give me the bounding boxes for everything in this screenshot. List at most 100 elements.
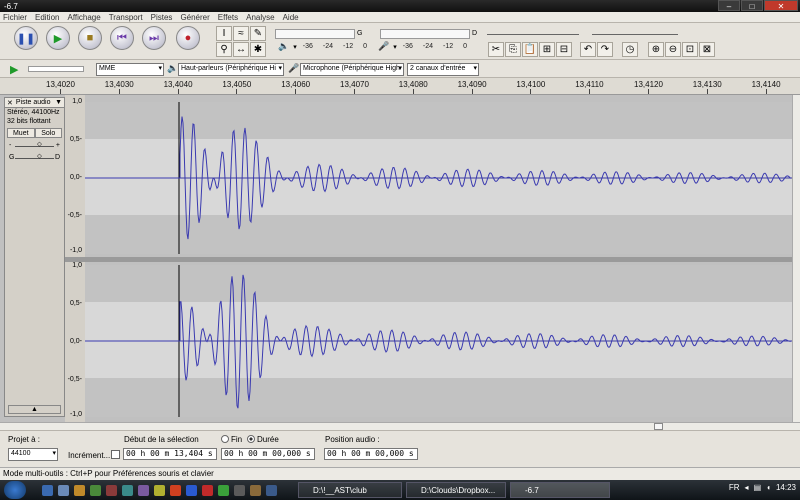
minimize-button[interactable]: – — [718, 0, 740, 11]
zoom-tool[interactable]: ⚲ — [216, 42, 232, 57]
envelope-icon: ≈ — [238, 28, 244, 39]
menu-edition[interactable]: Edition — [35, 13, 59, 22]
undo-button[interactable]: ↶ — [580, 42, 596, 57]
cut-button[interactable]: ✂ — [488, 42, 504, 57]
track-header[interactable]: ✕ Piste audio ▼ — [5, 98, 64, 108]
pan-slider[interactable]: G ⬦ D — [9, 153, 60, 162]
quicklaunch-icon[interactable] — [266, 485, 277, 496]
play-button[interactable]: ▶ — [46, 26, 70, 50]
stop-button[interactable]: ■ — [78, 26, 102, 50]
audio-host-select[interactable]: MME — [96, 63, 164, 76]
taskbar-item-folder-dropbox[interactable]: D:\Clouds\Dropbox... — [406, 482, 506, 498]
language-indicator[interactable]: FR — [729, 483, 740, 492]
vertical-scale-right[interactable]: 1,0 0,5- 0,0- -0,5- -1,0 — [65, 262, 85, 422]
maximize-button[interactable]: □ — [741, 0, 763, 11]
quicklaunch-icon[interactable] — [170, 485, 181, 496]
zoom-in-button[interactable]: ⊕ — [648, 42, 664, 57]
menu-effets[interactable]: Effets — [218, 13, 238, 22]
mute-button[interactable]: Muet — [7, 128, 35, 138]
play-speed-slider[interactable] — [28, 66, 84, 72]
meter-tick: 0 — [363, 43, 368, 50]
copy-button[interactable]: ⎘ — [505, 42, 521, 57]
quicklaunch-icon[interactable] — [90, 485, 101, 496]
quicklaunch-icon[interactable] — [154, 485, 165, 496]
playback-volume-slider[interactable] — [487, 27, 579, 35]
trim-button[interactable]: ⊞ — [539, 42, 555, 57]
menu-fichier[interactable]: Fichier — [3, 13, 27, 22]
menu-aide[interactable]: Aide — [283, 13, 299, 22]
track-name[interactable]: Piste audio — [16, 99, 51, 106]
horizontal-scrollbar[interactable] — [0, 422, 800, 430]
quicklaunch-icon[interactable] — [234, 485, 245, 496]
quicklaunch-icon[interactable] — [250, 485, 261, 496]
silence-button[interactable]: ⊟ — [556, 42, 572, 57]
audio-position-field[interactable]: 00 h 00 m 00,000 s — [324, 448, 418, 460]
close-button[interactable]: ✕ — [764, 0, 798, 11]
volume-icon[interactable]: ◖ — [766, 483, 771, 492]
start-button[interactable] — [4, 481, 26, 499]
close-track-icon[interactable]: ✕ — [7, 99, 13, 107]
taskbar-item-folder-club[interactable]: D:\!__AST\club — [298, 482, 402, 498]
waveform-left-channel[interactable] — [85, 102, 792, 254]
quicklaunch-icon[interactable] — [202, 485, 213, 496]
quicklaunch-icon[interactable] — [106, 485, 117, 496]
play-at-speed-icon[interactable]: ▶ — [10, 63, 18, 76]
silence-icon: ⊟ — [559, 44, 569, 55]
sync-lock-button[interactable]: ◷ — [622, 42, 638, 57]
output-device-select[interactable]: Haut-parleurs (Périphérique Hi — [178, 63, 284, 76]
menu-affichage[interactable]: Affichage — [67, 13, 100, 22]
duration-radio[interactable] — [247, 435, 255, 443]
pause-button[interactable]: ❚❚ — [14, 26, 38, 50]
menu-transport[interactable]: Transport — [109, 13, 143, 22]
skip-end-button[interactable]: ⏭ — [142, 26, 166, 50]
quicklaunch-icon[interactable] — [138, 485, 149, 496]
envelope-tool[interactable]: ≈ — [233, 26, 249, 41]
draw-tool[interactable]: ✎ — [250, 26, 266, 41]
playback-meter[interactable]: G — [275, 27, 362, 40]
menu-generer[interactable]: Générer — [180, 13, 209, 22]
taskbar-item-audacity[interactable]: -6.7 — [510, 482, 610, 498]
timeline-ruler[interactable]: 13,4020 13,4030 13,4040 13,4050 13,4060 13,40… — [0, 78, 800, 95]
selection-start-field[interactable]: 00 h 00 m 13,404 s — [123, 448, 217, 460]
quicklaunch-icon[interactable] — [122, 485, 133, 496]
solo-button[interactable]: Solo — [34, 128, 62, 138]
input-device-select[interactable]: Microphone (Périphérique High — [300, 63, 404, 76]
waveform-right-channel[interactable] — [85, 265, 792, 417]
menu-analyse[interactable]: Analyse — [246, 13, 274, 22]
collapse-track-button[interactable]: ▲ — [8, 405, 61, 414]
end-radio[interactable] — [221, 435, 229, 443]
fit-project-button[interactable]: ⊠ — [699, 42, 715, 57]
track-menu-icon[interactable]: ▼ — [55, 99, 62, 106]
snap-checkbox[interactable] — [111, 450, 120, 459]
vertical-scale-left[interactable]: 1,0 0,5- 0,0- -0,5- -1,0 — [65, 95, 85, 257]
quicklaunch-icon[interactable] — [74, 485, 85, 496]
vertical-scrollbar[interactable] — [792, 95, 800, 422]
zoom-out-button[interactable]: ⊖ — [665, 42, 681, 57]
record-meter[interactable]: D — [380, 27, 477, 40]
record-volume-slider[interactable] — [592, 27, 678, 35]
selection-tool[interactable]: I — [216, 26, 232, 41]
record-button[interactable]: ● — [176, 26, 200, 50]
tray-icon[interactable]: ◂ — [745, 483, 749, 492]
quicklaunch-icon[interactable] — [218, 485, 229, 496]
timeshift-tool[interactable]: ↔ — [233, 42, 249, 57]
ruler-tick — [236, 89, 238, 94]
selection-duration-field[interactable]: 00 h 00 m 00,000 s — [221, 448, 315, 460]
quicklaunch-icon[interactable] — [186, 485, 197, 496]
horizontal-scroll-thumb[interactable] — [654, 423, 663, 430]
paste-button[interactable]: 📋 — [522, 42, 538, 57]
project-rate-select[interactable]: 44100 — [8, 448, 58, 461]
fit-selection-button[interactable]: ⊡ — [682, 42, 698, 57]
waveform-right-svg — [85, 265, 792, 417]
redo-button[interactable]: ↷ — [597, 42, 613, 57]
gain-slider[interactable]: - ⬦ + — [9, 141, 60, 150]
input-channels-select[interactable]: 2 canaux d'entrée — [407, 63, 479, 76]
menu-pistes[interactable]: Pistes — [151, 13, 173, 22]
multi-tool[interactable]: ✱ — [250, 42, 266, 57]
clock[interactable]: 14:23 — [776, 483, 796, 492]
zoom-icon: ⚲ — [220, 44, 228, 55]
network-icon[interactable]: ▤ — [754, 483, 762, 492]
quicklaunch-icon[interactable] — [42, 485, 53, 496]
skip-start-button[interactable]: ⏮ — [110, 26, 134, 50]
quicklaunch-icon[interactable] — [58, 485, 69, 496]
